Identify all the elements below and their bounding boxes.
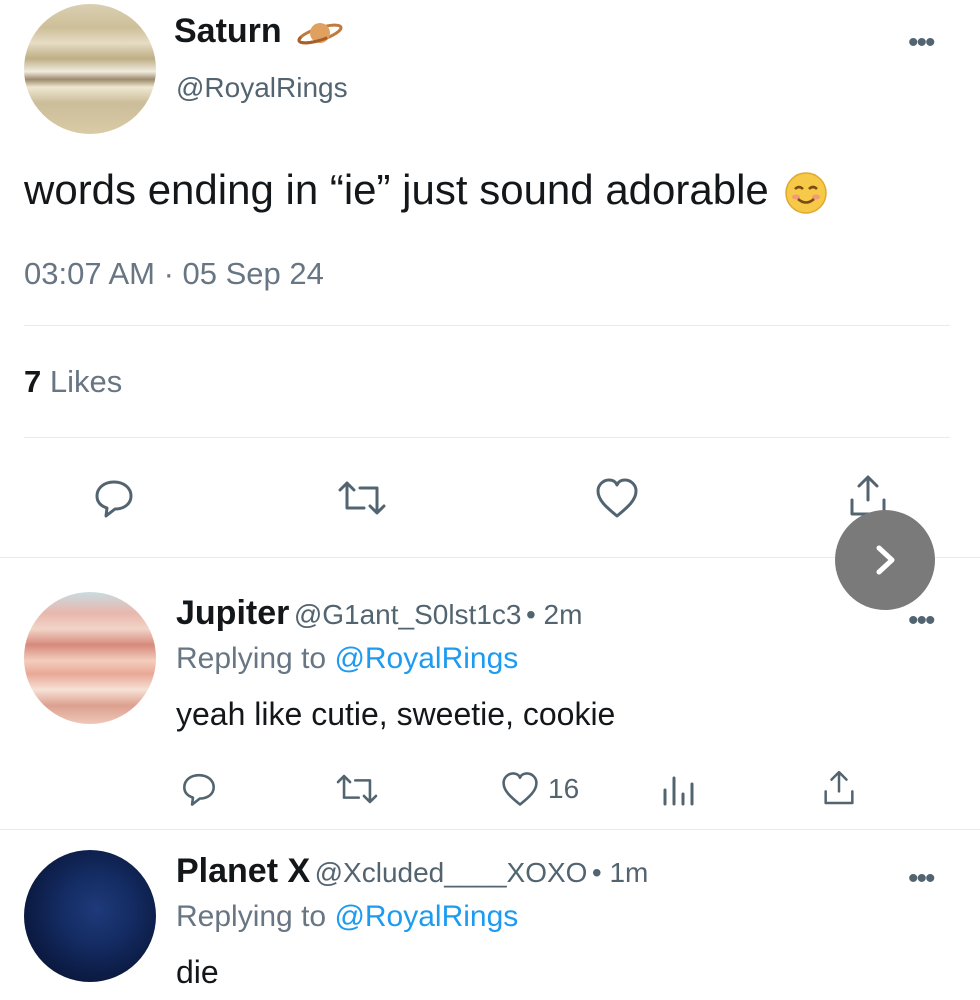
tweet-text-row: words ending in “ie” just sound adorable	[24, 166, 828, 215]
share-icon[interactable]	[820, 768, 858, 808]
replying-to: Replying to @RoyalRings	[176, 642, 518, 676]
reply-icon[interactable]	[92, 476, 136, 520]
reply-author-name[interactable]: Planet X	[176, 852, 310, 890]
replying-to-handle[interactable]: @RoyalRings	[334, 642, 518, 675]
reply-time: • 2m	[525, 599, 583, 630]
reply-header: Planet X @Xcluded____XOXO • 1m	[176, 852, 648, 891]
like-heart-icon	[500, 770, 540, 808]
reply-author-handle[interactable]: @Xcluded____XOXO	[315, 857, 588, 888]
reply-author-name[interactable]: Jupiter	[176, 594, 289, 632]
ringed-planet-emoji-icon	[295, 16, 345, 50]
reply-time: • 1m	[591, 857, 649, 888]
likes-count: 7	[24, 364, 42, 399]
author-display-name: Saturn	[174, 12, 282, 50]
divider	[0, 557, 980, 558]
smiling-face-emoji-icon	[784, 171, 828, 215]
replying-to-label: Replying to	[176, 900, 327, 933]
analytics-icon[interactable]	[660, 770, 698, 808]
chevron-right-icon	[865, 540, 905, 580]
tweet-timestamp[interactable]: 03:07 AM · 05 Sep 24	[24, 256, 324, 292]
likes-label: Likes	[49, 364, 123, 399]
avatar-planet-x[interactable]	[24, 850, 156, 982]
author-name[interactable]: Saturn	[174, 12, 345, 51]
reply-text: yeah like cutie, sweetie, cookie	[176, 696, 616, 732]
next-button[interactable]	[835, 510, 935, 610]
tweet-text: words ending in “ie” just sound adorable	[24, 166, 769, 213]
avatar-saturn[interactable]	[24, 4, 156, 134]
like-heart-icon[interactable]	[594, 476, 640, 520]
more-options-icon[interactable]: •••	[908, 604, 935, 638]
divider	[24, 325, 950, 326]
reply-like-button[interactable]: 16	[500, 770, 579, 808]
retweet-icon[interactable]	[334, 476, 390, 520]
retweet-icon[interactable]	[332, 770, 382, 808]
likes-stat[interactable]: 7 Likes	[24, 364, 122, 400]
replying-to: Replying to @RoyalRings	[176, 900, 518, 934]
reply-author-handle[interactable]: @G1ant_S0lst1c3	[294, 599, 522, 630]
author-handle[interactable]: @RoyalRings	[176, 72, 348, 104]
reply-like-count: 16	[548, 773, 580, 804]
more-options-icon[interactable]: •••	[908, 862, 935, 896]
more-options-icon[interactable]: •••	[908, 26, 935, 60]
replying-to-label: Replying to	[176, 642, 327, 675]
reply-header: Jupiter @G1ant_S0lst1c3 • 2m	[176, 594, 582, 633]
divider	[24, 437, 950, 438]
divider	[0, 829, 980, 830]
reply-text: die	[176, 954, 219, 990]
reply-icon[interactable]	[180, 770, 218, 808]
replying-to-handle[interactable]: @RoyalRings	[334, 900, 518, 933]
avatar-jupiter[interactable]	[24, 592, 156, 724]
